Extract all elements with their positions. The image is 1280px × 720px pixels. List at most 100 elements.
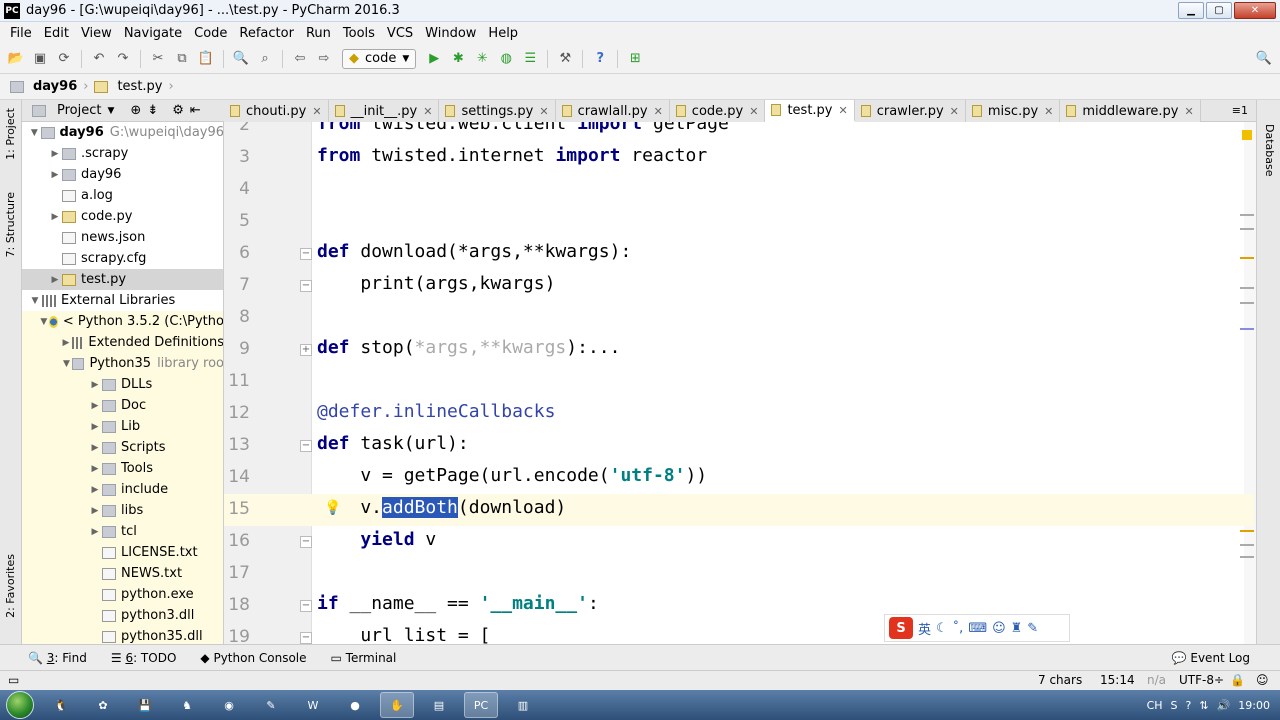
ime-toolbar[interactable]: S 英 ☾ ˚, ⌨ ☺ ♜ ✎ <box>884 614 1070 642</box>
inspector-icon[interactable]: ☺ <box>1256 673 1269 687</box>
coverage-icon[interactable]: ✳ <box>472 49 492 69</box>
chevron-down-icon[interactable]: ▼ <box>107 106 114 116</box>
chevron-down-icon[interactable]: ▼ <box>28 296 42 306</box>
file-encoding[interactable]: UTF-8÷ <box>1179 673 1224 687</box>
menu-vcs[interactable]: VCS <box>381 26 419 41</box>
punctuation-icon[interactable]: ˚, <box>953 621 964 636</box>
undo-icon[interactable]: ↶ <box>89 49 109 69</box>
skin-icon[interactable]: ♜ <box>1011 621 1023 636</box>
error-stripe-marker[interactable] <box>1240 556 1254 558</box>
structure-tool-button[interactable]: 7: Structure <box>4 192 17 257</box>
tab-crawlall-py[interactable]: crawlall.py ✕ <box>555 100 670 122</box>
tree-item[interactable]: scrapy.cfg <box>22 248 223 269</box>
search-everywhere-icon[interactable]: 🔍 <box>1254 49 1274 69</box>
tree-item[interactable]: a.log <box>22 185 223 206</box>
menu-view[interactable]: View <box>75 26 118 41</box>
tool-todo-button[interactable]: ☰ 6: TODO <box>111 651 177 665</box>
tree-item[interactable]: ▶ Extended Definitions <box>22 332 223 353</box>
tree-item[interactable]: ▶ include <box>22 479 223 500</box>
taskbar-python-icon[interactable]: ♞ <box>170 692 204 718</box>
favorites-tool-button[interactable]: 2: Favorites <box>4 554 17 618</box>
clock[interactable]: 19:00 <box>1238 699 1270 712</box>
menu-code[interactable]: Code <box>188 26 233 41</box>
input-language[interactable]: CH <box>1147 699 1163 712</box>
taskbar-save-icon[interactable]: 💾 <box>128 692 162 718</box>
run-config-select[interactable]: ◆ code ▼ <box>342 48 417 69</box>
tab-init-py[interactable]: __init__.py ✕ <box>328 100 440 122</box>
replace-icon[interactable]: ⌕ <box>255 49 275 69</box>
fold-marker-icon[interactable]: − <box>300 248 312 260</box>
chevron-right-icon[interactable]: ▶ <box>88 422 102 432</box>
fold-marker-icon[interactable]: − <box>300 280 312 292</box>
profile-icon[interactable]: ◍ <box>496 49 516 69</box>
tree-item[interactable]: ▶ .scrapy <box>22 143 223 164</box>
copy-icon[interactable]: ⧉ <box>172 49 192 69</box>
find-icon[interactable]: 🔍 <box>231 49 251 69</box>
breadcrumb-project[interactable]: day96 <box>10 79 77 94</box>
caret-position[interactable]: 15:14 <box>1100 673 1135 687</box>
taskbar-cmd-icon[interactable]: ▤ <box>422 692 456 718</box>
chevron-down-icon[interactable]: ▼ <box>39 317 48 327</box>
inspection-status-icon[interactable] <box>1242 130 1252 140</box>
taskbar-app-icon[interactable]: ✋ <box>380 692 414 718</box>
ime-language[interactable]: 英 <box>918 619 931 638</box>
error-stripe-marker[interactable] <box>1240 257 1254 259</box>
close-icon[interactable]: ✕ <box>1185 105 1194 118</box>
tree-item[interactable]: ▶ test.py <box>22 269 223 290</box>
tabs-overflow-button[interactable]: ≡1 <box>1232 104 1256 117</box>
chevron-right-icon[interactable]: ▶ <box>48 170 62 180</box>
fold-marker-icon[interactable]: − <box>300 600 312 612</box>
debug-icon[interactable]: ✱ <box>448 49 468 69</box>
help-icon[interactable]: ? <box>590 49 610 69</box>
tree-item[interactable]: ▶ Doc <box>22 395 223 416</box>
chevron-right-icon[interactable]: ▶ <box>48 212 62 222</box>
error-stripe-marker[interactable] <box>1240 328 1254 330</box>
wrench-icon[interactable]: ✎ <box>1027 621 1038 636</box>
close-button[interactable]: ✕ <box>1234 2 1276 19</box>
help-tray-icon[interactable]: ? <box>1186 699 1192 712</box>
tree-item[interactable]: LICENSE.txt <box>22 542 223 563</box>
tree-item[interactable]: ▼ day96 G:\wupeiqi\day96 <box>22 122 223 143</box>
tree-item[interactable]: python3.dll <box>22 605 223 626</box>
hide-panel-icon[interactable]: ⇤ <box>190 103 201 118</box>
back-icon[interactable]: ⇦ <box>290 49 310 69</box>
menu-window[interactable]: Window <box>419 26 482 41</box>
keyboard-icon[interactable]: ⌨ <box>968 621 987 636</box>
close-icon[interactable]: ✕ <box>749 105 758 118</box>
chevron-right-icon[interactable]: ▶ <box>88 380 102 390</box>
tree-item[interactable]: python.exe <box>22 584 223 605</box>
collapse-icon[interactable]: ⇟ <box>147 103 158 118</box>
error-stripe-marker[interactable] <box>1240 214 1254 216</box>
tree-item[interactable]: ▶ tcl <box>22 521 223 542</box>
chevron-right-icon[interactable]: ▶ <box>60 338 72 348</box>
locate-icon[interactable]: ⊕ <box>130 103 141 118</box>
taskbar-pycharm-icon[interactable]: PC <box>464 692 498 718</box>
minimize-button[interactable]: ▁ <box>1178 2 1204 19</box>
taskbar-video-icon[interactable]: ● <box>338 692 372 718</box>
tab-settings-py[interactable]: settings.py ✕ <box>439 100 556 122</box>
maximize-button[interactable]: ▢ <box>1206 2 1232 19</box>
sync-icon[interactable]: ⟳ <box>54 49 74 69</box>
tree-item[interactable]: NEWS.txt <box>22 563 223 584</box>
error-stripe-marker[interactable] <box>1240 228 1254 230</box>
taskbar-qq-icon[interactable]: 🐧 <box>44 692 78 718</box>
sogou-tray-icon[interactable]: S <box>1171 699 1178 712</box>
error-stripe-marker[interactable] <box>1240 302 1254 304</box>
settings-icon[interactable]: ⚒ <box>555 49 575 69</box>
cut-icon[interactable]: ✂ <box>148 49 168 69</box>
open-folder-icon[interactable]: 📂 <box>6 49 26 69</box>
network-icon[interactable]: ⇅ <box>1199 699 1208 712</box>
save-icon[interactable]: ▣ <box>30 49 50 69</box>
tree-item[interactable]: ▼ < Python 3.5.2 (C:\Pytho <box>22 311 223 332</box>
tree-item[interactable]: ▶ libs <box>22 500 223 521</box>
menu-navigate[interactable]: Navigate <box>118 26 188 41</box>
taskbar-word-icon[interactable]: W <box>296 692 330 718</box>
tree-item[interactable]: ▼ External Libraries <box>22 290 223 311</box>
error-stripe-marker[interactable] <box>1240 530 1254 532</box>
taskbar-explorer-icon[interactable]: ▥ <box>506 692 540 718</box>
tree-item[interactable]: ▶ day96 <box>22 164 223 185</box>
tree-item[interactable]: news.json <box>22 227 223 248</box>
user-icon[interactable]: ☺ <box>992 621 1006 636</box>
tab-code-py[interactable]: code.py ✕ <box>669 100 766 122</box>
tree-item[interactable]: ▶ Scripts <box>22 437 223 458</box>
